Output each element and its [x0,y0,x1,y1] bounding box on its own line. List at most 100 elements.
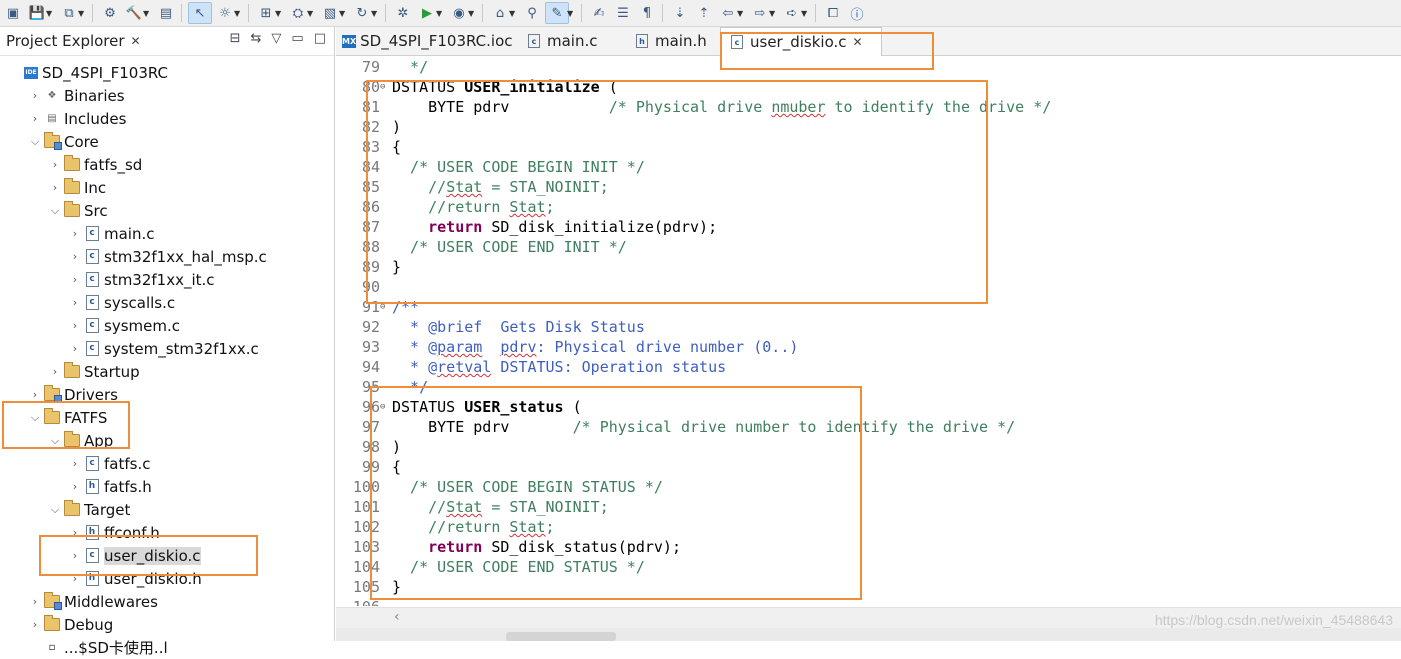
bottom-scroll-thumb[interactable] [506,632,616,641]
tree-item[interactable]: IDE SD_4SPI_F103RC [8,61,168,84]
tree-item[interactable]: ⌵ Src [48,199,108,222]
chevron-right-icon[interactable]: › [28,595,42,608]
chevron-down-icon[interactable]: ⌵ [48,434,62,448]
chevron-right-icon[interactable]: › [48,158,62,171]
dropdown-arrow-icon[interactable]: ▼ [307,9,317,18]
tree-item[interactable]: › h ffconf.h [68,521,160,544]
highlight-icon[interactable]: ✎ [545,2,569,24]
back-icon[interactable]: ⇦ [717,3,739,23]
chevron-right-icon[interactable]: › [68,227,82,240]
new-class-icon[interactable]: ▧ [319,3,341,23]
editor-tab[interactable]: c main.c [528,27,618,55]
minimize-icon[interactable]: ▭ [291,31,303,46]
tree-item[interactable]: › c sysmem.c [68,314,180,337]
search-icon[interactable]: ⚲ [521,3,543,23]
chevron-down-icon[interactable]: ⌵ [48,204,62,218]
dropdown-arrow-icon[interactable]: ▼ [143,9,153,18]
run-icon[interactable]: ▶ [416,3,438,23]
tree-item[interactable]: › c main.c [68,222,155,245]
save-icon[interactable]: 💾 [26,3,48,23]
cursor-icon[interactable]: ↖ [188,2,212,24]
chevron-right-icon[interactable]: › [68,319,82,332]
editor-tab[interactable]: h main.h [636,27,712,55]
open-type-icon[interactable]: ⌂ [489,3,511,23]
chevron-right-icon[interactable]: › [68,296,82,309]
dropdown-arrow-icon[interactable]: ▼ [737,9,747,18]
chevron-right-icon[interactable]: › [28,388,42,401]
chevron-right-icon[interactable]: › [28,112,42,125]
settings-icon[interactable]: ⚙ [99,3,121,23]
new-file-icon[interactable]: ▣ [2,3,24,23]
dropdown-arrow-icon[interactable]: ▼ [567,9,577,18]
edit-icon[interactable]: ✍ [588,3,610,23]
tree-item[interactable]: ⌵ App [48,429,113,452]
dropdown-arrow-icon[interactable]: ▼ [769,9,779,18]
forward-arrow-icon[interactable]: ➪ [781,3,803,23]
refresh-icon[interactable]: ↻ [351,3,373,23]
forward-icon[interactable]: ⇨ [749,3,771,23]
chevron-right-icon[interactable]: › [68,250,82,263]
tree-item[interactable]: › h user_diskio.h [68,567,202,590]
tree-item[interactable]: › ❖ Binaries [28,84,125,107]
dropdown-arrow-icon[interactable]: ▼ [801,9,811,18]
chevron-down-icon[interactable]: ⌵ [28,135,42,149]
chevron-right-icon[interactable]: › [68,526,82,539]
dropdown-arrow-icon[interactable]: ▼ [509,9,519,18]
debug-icon[interactable]: ☼ [214,3,236,23]
dropdown-arrow-icon[interactable]: ▼ [339,9,349,18]
dropdown-arrow-icon[interactable]: ▼ [46,9,56,18]
tree-item[interactable]: ⌵ Target [48,498,130,521]
tree-item[interactable]: › fatfs_sd [48,153,142,176]
tree-item[interactable]: › Drivers [28,383,118,406]
tree-item[interactable]: ⌵ Core [28,130,99,153]
maximize-icon[interactable]: □ [314,31,326,46]
fold-toggle-icon[interactable]: ⊖ [380,397,385,417]
project-explorer-tab[interactable]: Project Explorer ✕ [0,27,141,55]
code-editor[interactable]: 79 */80 ⊖ DSTATUS USER_initialize (81 BYTE… [336,56,1401,606]
tree-item[interactable]: › Debug [28,613,113,636]
new-project-icon[interactable]: ⊞ [255,3,277,23]
tree-item[interactable]: › c stm32f1xx_hal_msp.c [68,245,267,268]
close-icon[interactable]: ✕ [131,34,141,48]
dropdown-arrow-icon[interactable]: ▼ [371,9,381,18]
dropdown-arrow-icon[interactable]: ▼ [468,9,478,18]
editor-tab[interactable]: c user_diskio.c ✕ [720,27,882,56]
tree-item[interactable]: › Inc [48,176,106,199]
fold-toggle-icon[interactable]: ⊖ [380,297,385,317]
chevron-right-icon[interactable]: › [48,181,62,194]
chevron-right-icon[interactable]: › [48,365,62,378]
pilcrow-icon[interactable]: ¶ [636,3,658,23]
scroll-left-icon[interactable]: ‹ [394,609,400,625]
debug-bug-icon[interactable]: ✲ [392,3,414,23]
chevron-right-icon[interactable]: › [68,572,82,585]
tree-item[interactable]: › Startup [48,360,140,383]
dropdown-arrow-icon[interactable]: ▼ [78,9,88,18]
chevron-right-icon[interactable]: › [68,480,82,493]
view-menu-icon[interactable]: ▽ [271,31,281,46]
fold-toggle-icon[interactable]: ⊖ [380,77,385,97]
chevron-right-icon[interactable]: › [28,89,42,102]
tree-item[interactable]: › h fatfs.h [68,475,152,498]
next-annotation-icon[interactable]: ⇣ [669,3,691,23]
chevron-right-icon[interactable]: › [68,457,82,470]
chevron-down-icon[interactable]: ⌵ [48,503,62,517]
chevron-right-icon[interactable]: › [68,549,82,562]
dropdown-arrow-icon[interactable]: ▼ [234,9,244,18]
tree-item[interactable]: › c user_diskio.c [68,544,201,567]
tree-item[interactable]: › c system_stm32f1xx.c [68,337,259,360]
tree-item[interactable]: › ▤ Includes [28,107,127,130]
build-hammer-icon[interactable]: 🔨 [123,3,145,23]
prev-annotation-icon[interactable]: ⇡ [693,3,715,23]
tree-item[interactable]: ▫ ...$SD卡使用..l [28,636,168,659]
binary-icon[interactable]: ▤ [155,3,177,23]
tree-item[interactable]: › c syscalls.c [68,291,175,314]
run-config-icon[interactable]: ◉ [448,3,470,23]
tree-item[interactable]: › Middlewares [28,590,158,613]
tree-item[interactable]: › c fatfs.c [68,452,151,475]
dropdown-arrow-icon[interactable]: ▼ [436,9,446,18]
tree-item[interactable]: › c stm32f1xx_it.c [68,268,215,291]
chevron-down-icon[interactable]: ⌵ [28,411,42,425]
editor-tab[interactable]: MX SD_4SPI_F103RC.ioc [342,27,513,55]
dropdown-arrow-icon[interactable]: ▼ [275,9,285,18]
chevron-right-icon[interactable]: › [68,342,82,355]
